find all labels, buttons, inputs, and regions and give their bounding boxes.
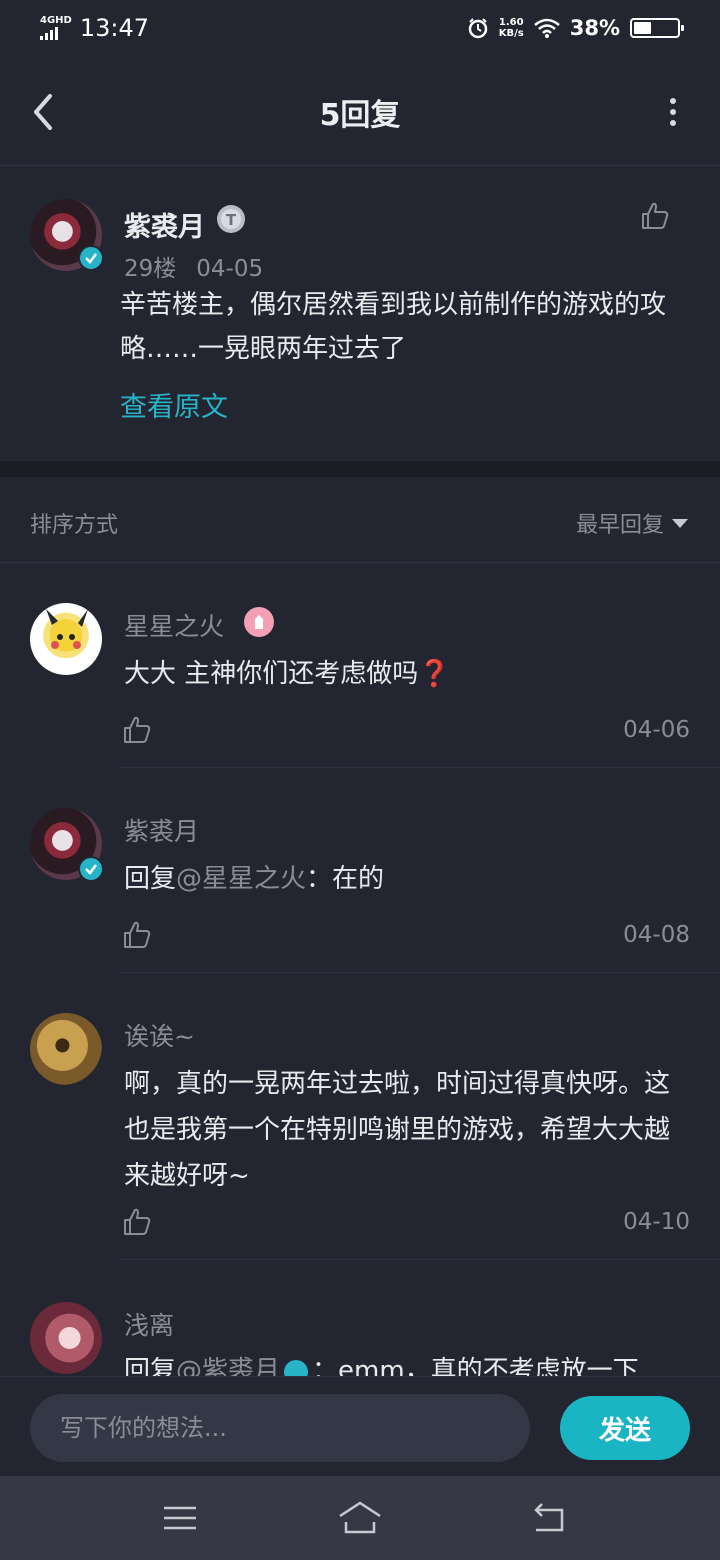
thumbs-up-icon[interactable]: [640, 201, 670, 231]
mention-link[interactable]: @紫裘月: [176, 1356, 280, 1376]
author-name[interactable]: 星星之火: [124, 607, 224, 643]
reply-date: 04-06: [623, 717, 690, 743]
header-bar: 5回复: [0, 56, 720, 166]
reply-text: 啊，真的一晃两年过去啦，时间过得真快呀。这也是我第一个在特别鸣谢里的游戏，希望大…: [124, 1069, 671, 1191]
menu-icon[interactable]: [160, 1500, 200, 1536]
level-badge-icon: T: [216, 204, 248, 236]
comment-composer: 发送: [0, 1376, 720, 1476]
pikachu-avatar: [46, 609, 88, 649]
user-badge-icon: [244, 607, 274, 637]
more-vertical-icon[interactable]: [666, 98, 680, 126]
author-name[interactable]: 诶诶~: [124, 1017, 195, 1053]
reply-date: 04-10: [623, 1209, 690, 1235]
wifi-icon: [533, 18, 560, 38]
comment-input[interactable]: [30, 1394, 530, 1462]
reply-item: 紫裘月 回复@星星之火：在的 04-08: [0, 768, 720, 973]
post-meta: 29楼 04-05: [124, 249, 263, 283]
verified-icon: [78, 245, 104, 271]
page-title: 5回复: [319, 98, 401, 133]
reply-item: 浅离 回复@紫裘月 ：emm，真的不考虑放一下: [0, 1260, 720, 1376]
system-nav-bar: [0, 1476, 720, 1560]
send-button[interactable]: 发送: [560, 1396, 690, 1460]
svg-text:T: T: [226, 211, 237, 229]
mention-link[interactable]: @星星之火: [176, 864, 306, 894]
sort-value: 最早回复: [575, 513, 664, 538]
avatar[interactable]: [30, 1302, 102, 1374]
sort-bar: 排序方式 最早回复: [0, 477, 720, 563]
view-original-link[interactable]: 查看原文: [120, 385, 228, 424]
thumbs-up-icon[interactable]: [122, 1207, 152, 1237]
reply-text: 回复@星星之火：在的: [124, 864, 385, 894]
author-name[interactable]: 紫裘月: [124, 812, 199, 848]
avatar[interactable]: [30, 1013, 102, 1085]
main-comment: 紫裘月 T 29楼 04-05 辛苦楼主，偶尔居然看到我以前制作的游戏的攻略……一…: [0, 167, 720, 461]
thumbs-up-icon[interactable]: [122, 715, 152, 745]
battery-percent: 38%: [569, 16, 620, 40]
status-time: 13:47: [79, 14, 150, 42]
post-date: 04-05: [196, 256, 264, 282]
reply-text: 大大 主神你们还考虑做吗❓: [124, 659, 451, 689]
network-speed: 1.60 KB/s: [498, 17, 524, 39]
home-icon[interactable]: [336, 1500, 384, 1536]
reply-text: 回复@紫裘月 ：emm，真的不考虑放一下: [124, 1348, 690, 1376]
section-divider: [0, 461, 720, 477]
avatar[interactable]: [30, 603, 102, 675]
sort-dropdown[interactable]: 最早回复: [576, 507, 688, 539]
signal-icon: [40, 26, 72, 40]
back-icon[interactable]: [528, 1500, 568, 1536]
reply-date: 04-08: [623, 922, 690, 948]
status-bar: 4GHD 13:47 1.60 KB/s 38%: [0, 0, 720, 56]
floor-number: 29楼: [124, 256, 177, 282]
battery-icon: [630, 18, 684, 38]
thumbs-up-icon[interactable]: [122, 920, 152, 950]
sort-label: 排序方式: [30, 513, 119, 538]
reply-item: 诶诶~ 啊，真的一晃两年过去啦，时间过得真快呀。这也是我第一个在特别鸣谢里的游戏…: [0, 973, 720, 1260]
alarm-icon: [468, 18, 487, 39]
comment-text: 辛苦楼主，偶尔居然看到我以前制作的游戏的攻略……一晃眼两年过去了: [120, 290, 667, 364]
battery-fill: [634, 22, 652, 34]
verified-icon: [78, 856, 104, 882]
verified-icon: [284, 1359, 309, 1376]
reply-item: 星星之火 大大 主神你们还考虑做吗❓ 04-06: [0, 563, 720, 768]
network-indicator: 4GHD: [40, 16, 72, 40]
caret-down-icon: [672, 518, 688, 528]
question-emoji: ❓: [418, 659, 451, 689]
author-name[interactable]: 浅离: [124, 1306, 174, 1342]
author-name[interactable]: 紫裘月: [124, 205, 205, 244]
